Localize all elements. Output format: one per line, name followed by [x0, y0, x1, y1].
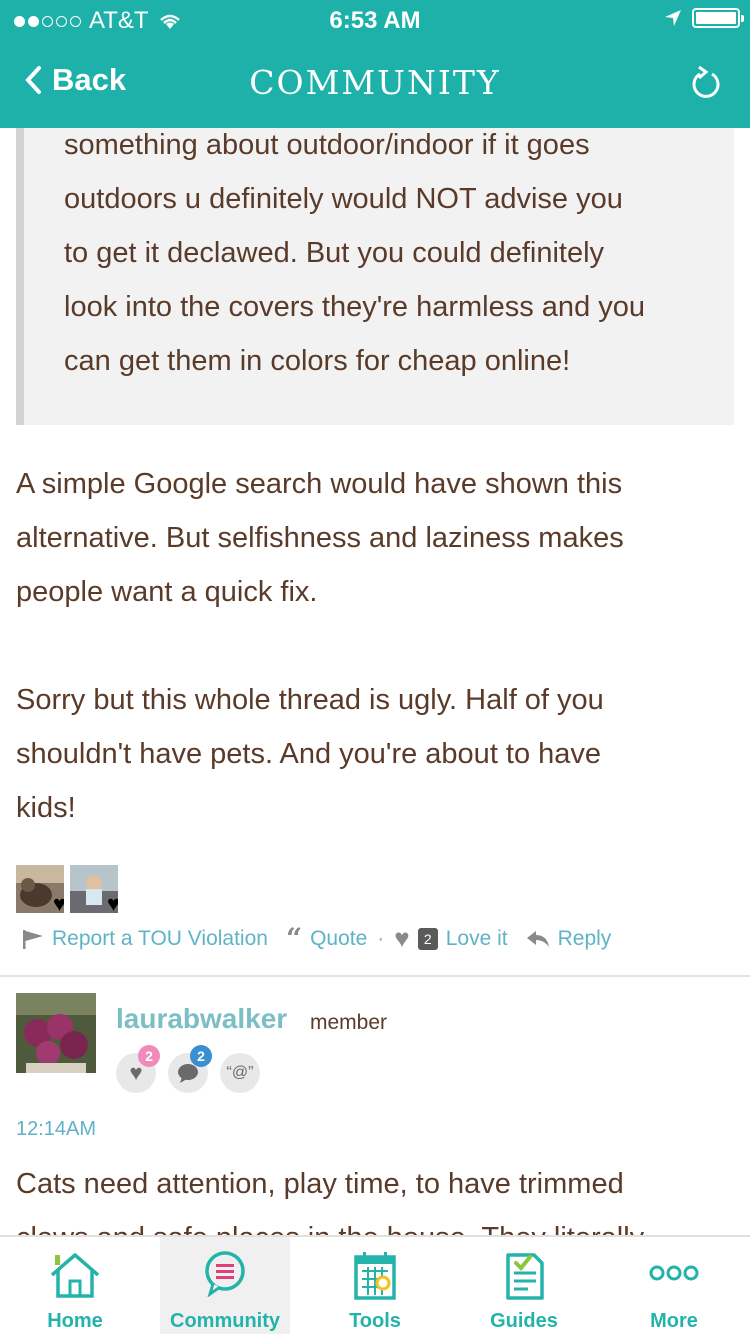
- avatar[interactable]: ♥: [16, 865, 64, 913]
- heart-icon: ♥: [394, 923, 410, 953]
- tab-guides[interactable]: Guides: [459, 1237, 589, 1334]
- comment-badge: 2: [168, 1045, 212, 1093]
- tab-label: Tools: [349, 1310, 401, 1332]
- badge-count: 2: [138, 1045, 160, 1067]
- love-avatars: ♥ ♥: [16, 865, 118, 913]
- love-badge: ♥ 2: [116, 1045, 160, 1093]
- heart-icon: ♥: [106, 891, 118, 914]
- tab-more[interactable]: More: [609, 1237, 739, 1334]
- checklist-document-icon: [506, 1253, 544, 1300]
- tab-label: Home: [47, 1310, 103, 1332]
- post-line: Cats need attention, play time, to have …: [16, 1168, 624, 1200]
- refresh-icon: [692, 65, 720, 98]
- quoted-post: something about outdoor/indoor if it goe…: [16, 128, 734, 425]
- page-title: COMMUNITY: [249, 63, 501, 102]
- post-line: shouldn't have pets. And you're about to…: [16, 738, 602, 770]
- battery-icon: [692, 8, 744, 28]
- post-line: people want a quick fix.: [16, 576, 318, 608]
- post-line: A simple Google search would have shown …: [16, 468, 623, 500]
- refresh-button[interactable]: [690, 64, 722, 107]
- post-line: Sorry but this whole thread is ugly. Hal…: [16, 684, 604, 716]
- quote-line: something about outdoor/indoor if it goe…: [64, 129, 590, 161]
- quote-link[interactable]: “ Quote: [285, 921, 368, 955]
- quote-line: to get it declawed. But you could defini…: [64, 237, 605, 269]
- report-label: Report a TOU Violation: [52, 926, 268, 950]
- user-role: member: [310, 1011, 388, 1034]
- navigation-bar: Back COMMUNITY: [0, 40, 750, 128]
- love-label: Love it: [445, 926, 508, 950]
- home-icon: [50, 1253, 100, 1298]
- quote-line: can get them in colors for cheap online!: [64, 345, 571, 377]
- location-arrow-icon: [665, 10, 681, 26]
- love-link[interactable]: ♥ 2 Love it: [394, 923, 507, 954]
- quote-label: Quote: [310, 926, 368, 950]
- avatar[interactable]: ♥: [70, 865, 118, 913]
- reply-arrow-icon: [526, 930, 549, 947]
- tab-label: Guides: [490, 1310, 558, 1332]
- quote-line: outdoors u definitely would NOT advise y…: [64, 183, 623, 215]
- clock: 6:53 AM: [329, 7, 421, 34]
- tab-label: More: [650, 1310, 698, 1332]
- tab-label: Community: [170, 1310, 280, 1332]
- badge-count: 2: [190, 1045, 212, 1067]
- post-divider: [0, 975, 750, 977]
- tab-community[interactable]: Community: [160, 1237, 290, 1334]
- post-paragraph: Cats need attention, play time, to have …: [16, 1157, 716, 1235]
- quote-line: look into the covers they're harmless an…: [64, 291, 646, 323]
- report-link[interactable]: Report a TOU Violation: [22, 927, 268, 951]
- post-paragraph: A simple Google search would have shown …: [16, 457, 716, 619]
- post-timestamp: 12:14AM: [16, 1118, 97, 1140]
- flag-icon: [23, 929, 43, 949]
- avatar[interactable]: [16, 993, 96, 1073]
- username-link[interactable]: laurabwalker: [116, 1003, 287, 1035]
- separator: ·: [377, 926, 385, 950]
- post-line: kids!: [16, 792, 76, 824]
- user-badges: ♥ 2 2 “@”: [116, 1045, 260, 1093]
- mention-icon: “@”: [226, 1064, 254, 1081]
- quote-icon: “: [285, 921, 303, 955]
- thread-content[interactable]: something about outdoor/indoor if it goe…: [0, 128, 750, 1235]
- tab-bar: Home Community Tools Guides More: [0, 1235, 750, 1334]
- love-count: 2: [417, 927, 438, 950]
- reply-label: Reply: [557, 926, 612, 950]
- tab-tools[interactable]: Tools: [310, 1237, 440, 1334]
- post-line: claws and safe places in the house. They…: [16, 1211, 716, 1235]
- reply-link[interactable]: Reply: [526, 926, 612, 951]
- tab-home[interactable]: Home: [10, 1237, 140, 1334]
- post-paragraph: Sorry but this whole thread is ugly. Hal…: [16, 673, 716, 835]
- heart-icon: ♥: [52, 891, 64, 914]
- quote-text: something about outdoor/indoor if it goe…: [64, 128, 724, 388]
- calendar-icon: [354, 1252, 396, 1300]
- post-line: alternative. But selfishness and lazines…: [16, 522, 624, 554]
- status-bar: AT&T 6:53 AM: [0, 0, 750, 40]
- more-dots-icon: [649, 1265, 699, 1281]
- mention-badge: “@”: [220, 1053, 260, 1093]
- post-actions: Report a TOU Violation “ Quote · ♥ 2 Lov…: [22, 923, 611, 954]
- chat-bubble-icon: [205, 1251, 245, 1297]
